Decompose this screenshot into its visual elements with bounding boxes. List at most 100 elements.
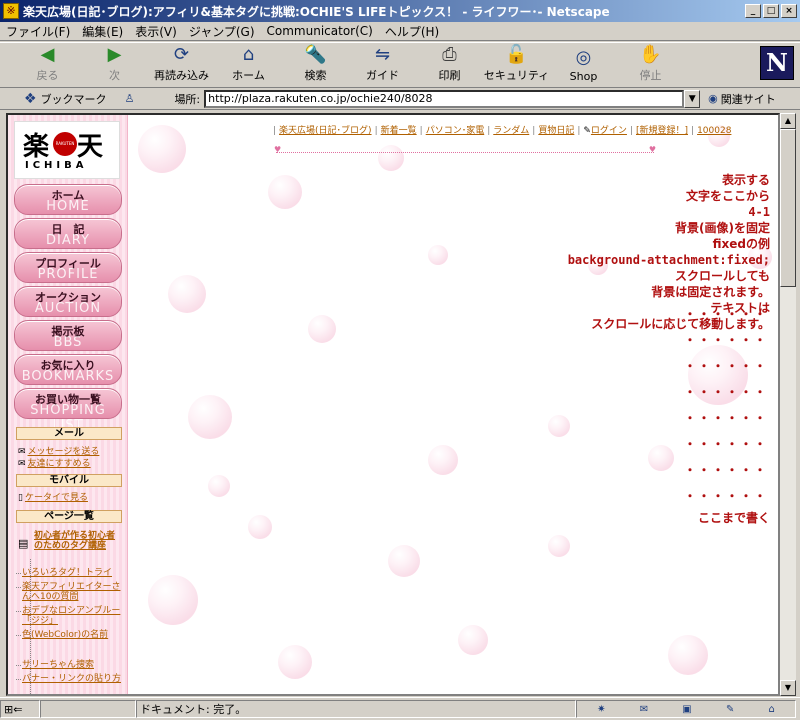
dot-line: ・・・・・・ bbox=[683, 359, 768, 373]
bubble bbox=[428, 445, 458, 475]
page-link[interactable]: 色(WebColor)の名前 bbox=[16, 630, 122, 640]
menu-go[interactable]: ジャンプ(G) bbox=[189, 23, 255, 40]
vertical-scrollbar[interactable]: ▲ ▼ bbox=[780, 113, 796, 696]
toolbar-reload-button[interactable]: ⟳ 再読み込み bbox=[148, 43, 215, 87]
phone-icon: ▯ bbox=[18, 493, 23, 503]
page-link[interactable]: いろいろタグ！トライ bbox=[16, 568, 122, 578]
header-link[interactable]: ログイン bbox=[591, 126, 627, 136]
toolbar-home-button[interactable]: ⌂ ホーム bbox=[215, 43, 282, 87]
mobile-heading: モバイル bbox=[16, 474, 122, 487]
toolbar-forward-arrow-button[interactable]: ▶ 次 bbox=[81, 43, 148, 87]
security-icon[interactable]: ⌂ bbox=[769, 704, 775, 715]
dotted-divider bbox=[274, 145, 656, 154]
page-link[interactable]: バナー・リンクの貼り方 bbox=[16, 674, 122, 684]
news-icon[interactable]: ▣ bbox=[682, 704, 691, 715]
content-line: 背景(画像)を固定 bbox=[675, 221, 770, 235]
guide-icon: ⇋ bbox=[374, 43, 391, 65]
toolbar-shop-button[interactable]: ◎ Shop bbox=[550, 43, 617, 87]
menu-communicator[interactable]: Communicator(C) bbox=[267, 24, 373, 38]
content-line: fixedの例 bbox=[712, 237, 770, 251]
related-sites-button[interactable]: ◉ 関連サイト bbox=[708, 91, 776, 107]
navigation-toolbar: ◀ 戻る ▶ 次 ⟳ 再読み込み ⌂ ホーム 🔦 検索 ⇋ ガイド ⎙ 印刷 🔓 セキュリティ ◎ Shop ✋ 停止 bbox=[0, 42, 800, 88]
recommend-link[interactable]: ✉ 友達にすすめる bbox=[18, 456, 91, 469]
url-dropdown-button[interactable]: ▼ bbox=[684, 89, 701, 108]
bookmarks-button[interactable]: ❖ ブックマーク bbox=[24, 91, 107, 107]
bubble bbox=[308, 315, 336, 343]
bubble bbox=[188, 395, 232, 439]
header-link[interactable]: 買物日記 bbox=[538, 126, 574, 136]
bubble bbox=[458, 625, 488, 655]
toolbar-back-arrow-button[interactable]: ◀ 戻る bbox=[14, 43, 81, 87]
bubble bbox=[138, 125, 186, 173]
toolbar-print-button[interactable]: ⎙ 印刷 bbox=[416, 43, 483, 87]
nav-button-auction[interactable]: AUCTION オークション bbox=[14, 286, 122, 317]
sidebar: 楽 RAKUTEN 天 ICHIBA HOME ホーム DIARY 日 記 PROFIL… bbox=[8, 115, 128, 694]
bubble bbox=[388, 545, 420, 577]
header-link[interactable]: 新着一覧 bbox=[381, 126, 417, 136]
header-links: | 楽天広場(日記･ブログ) | 新着一覧 | パソコン･家電 | ランダム | 買物日記 | ✎ログ… bbox=[273, 126, 732, 136]
scroll-down-button[interactable]: ▼ bbox=[780, 680, 796, 696]
dot-line: ・・・・・・ bbox=[683, 437, 768, 451]
page-content: 楽 RAKUTEN 天 ICHIBA HOME ホーム DIARY 日 記 PROFIL… bbox=[6, 113, 780, 696]
nav-button-home[interactable]: HOME ホーム bbox=[14, 184, 122, 215]
location-label: 場所: bbox=[174, 92, 201, 106]
mail-heading: メール bbox=[16, 427, 122, 440]
netscape-logo[interactable]: N bbox=[760, 46, 794, 80]
navigator-icon[interactable]: ✷ bbox=[597, 704, 605, 715]
header-link[interactable]: パソコン･家電 bbox=[426, 126, 485, 136]
content-line: 文字をここから bbox=[685, 189, 770, 203]
dot-line: ・・・・・・ bbox=[683, 307, 768, 321]
dot-line: ・・・・・・ bbox=[683, 333, 768, 347]
app-icon: ※ bbox=[3, 3, 19, 19]
toolbar-stop-button[interactable]: ✋ 停止 bbox=[617, 43, 684, 87]
nav-button-diary[interactable]: DIARY 日 記 bbox=[14, 218, 122, 249]
menu-view[interactable]: 表示(V) bbox=[135, 23, 177, 40]
page-link[interactable]: おデブなロシアンブルー「ジジ」 bbox=[16, 606, 122, 626]
minimize-button[interactable]: _ bbox=[745, 4, 761, 18]
dot-line: ・・・・・・ bbox=[683, 385, 768, 399]
header-link[interactable]: 楽天広場(日記･ブログ) bbox=[279, 126, 372, 136]
rakuten-logo[interactable]: 楽 RAKUTEN 天 ICHIBA bbox=[14, 121, 120, 179]
title-bar: ※ 楽天広場(日記･ブログ):アフィリ&基本タグに挑戦:OCHIE'S LIFE… bbox=[0, 0, 800, 22]
bubble bbox=[248, 515, 272, 539]
mobile-link[interactable]: ▯ ケータイで見る bbox=[18, 490, 88, 503]
tag-course-link[interactable]: ▤ 初心者が作る初心者のためのタグ講座 bbox=[18, 531, 122, 551]
close-button[interactable]: × bbox=[781, 4, 797, 18]
menu-help[interactable]: ヘルプ(H) bbox=[385, 23, 439, 40]
nav-button-profile[interactable]: PROFILE プロフィール bbox=[14, 252, 122, 283]
forward-arrow-icon: ▶ bbox=[107, 43, 122, 65]
content-line: スクロールしても bbox=[674, 269, 770, 283]
security-lock-icon: 🔓 bbox=[505, 43, 528, 65]
search-icon: 🔦 bbox=[304, 43, 327, 65]
component-bar: ✷ ✉ ▣ ✎ ⌂ bbox=[576, 700, 796, 718]
bubble bbox=[168, 275, 206, 313]
nav-button-bookmarks[interactable]: BOOKMARKS お気に入り bbox=[14, 354, 122, 385]
print-icon: ⎙ bbox=[442, 43, 457, 65]
toolbar-guide-button[interactable]: ⇋ ガイド bbox=[349, 43, 416, 87]
dot-line: ・・・・・・ bbox=[683, 411, 768, 425]
menu-edit[interactable]: 編集(E) bbox=[82, 23, 123, 40]
header-link[interactable]: [新規登録！] bbox=[636, 126, 688, 136]
header-link[interactable]: 100028 bbox=[697, 126, 731, 136]
toolbar-search-button[interactable]: 🔦 検索 bbox=[282, 43, 349, 87]
nav-button-shopping-list[interactable]: SHOPPING LIST お買い物一覧 bbox=[14, 388, 122, 433]
header-link[interactable]: ランダム bbox=[493, 126, 529, 136]
page-link[interactable]: 楽天アフィリエイターさんへ10の質問 bbox=[16, 582, 122, 602]
toolbar-security-lock-button[interactable]: 🔓 セキュリティ bbox=[483, 43, 550, 87]
page-proxy-icon[interactable]: ♙ bbox=[125, 92, 135, 105]
window-title: 楽天広場(日記･ブログ):アフィリ&基本タグに挑戦:OCHIE'S LIFEトピ… bbox=[23, 4, 610, 19]
bookmark-icon: ❖ bbox=[24, 90, 37, 107]
nav-button-bbs[interactable]: BBS 掲示板 bbox=[14, 320, 122, 351]
page-link[interactable]: サリーちゃん捜索 bbox=[16, 660, 122, 670]
content-line: 4-1 bbox=[748, 205, 770, 219]
scroll-up-button[interactable]: ▲ bbox=[780, 113, 796, 129]
composer-icon[interactable]: ✎ bbox=[726, 704, 734, 715]
dot-line: ・・・・・・ bbox=[683, 489, 768, 503]
menu-file[interactable]: ファイル(F) bbox=[6, 23, 70, 40]
url-input[interactable]: http://plaza.rakuten.co.jp/ochie240/8028 bbox=[204, 89, 685, 108]
home-icon: ⌂ bbox=[242, 43, 255, 65]
mail-icon[interactable]: ✉ bbox=[640, 704, 648, 715]
mail-icon: ✉ bbox=[18, 459, 26, 469]
maximize-button[interactable]: □ bbox=[763, 4, 779, 18]
scroll-thumb[interactable] bbox=[780, 129, 796, 287]
